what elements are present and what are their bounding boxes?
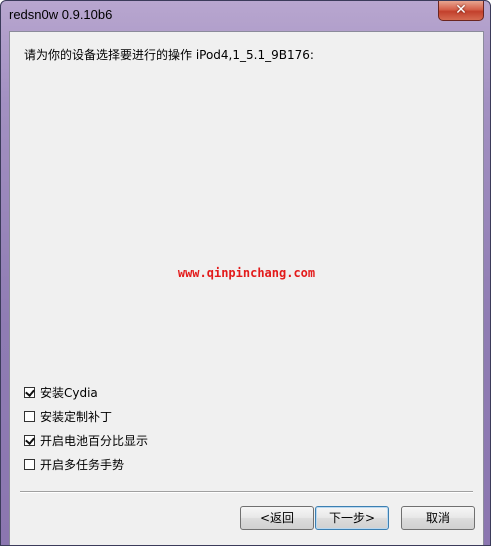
option-label: 安装定制补丁: [40, 409, 113, 424]
prompt-text: 请为你的设备选择要进行的操作 iPod4,1_5.1_9B176:: [24, 48, 314, 62]
option-label: 安装Cydia: [40, 385, 98, 400]
next-button[interactable]: 下一步>: [315, 506, 389, 530]
dialog-client-area: 请为你的设备选择要进行的操作 iPod4,1_5.1_9B176: www.qi…: [9, 31, 484, 545]
close-icon: ✕: [455, 2, 467, 18]
divider: [20, 491, 473, 493]
checkbox[interactable]: [24, 434, 35, 446]
option-install-cydia[interactable]: 安装Cydia: [24, 380, 148, 404]
checkbox[interactable]: [24, 458, 35, 470]
cancel-button[interactable]: 取消: [401, 506, 475, 530]
title-bar[interactable]: redsn0w 0.9.10b6 ✕: [1, 1, 490, 29]
option-label: 开启电池百分比显示: [40, 433, 149, 448]
option-battery-percentage[interactable]: 开启电池百分比显示: [24, 428, 148, 452]
option-install-custom-patches[interactable]: 安装定制补丁: [24, 404, 148, 428]
checkbox[interactable]: [24, 410, 35, 422]
option-multitasking-gestures[interactable]: 开启多任务手势: [24, 452, 148, 476]
app-window: redsn0w 0.9.10b6 ✕ 请为你的设备选择要进行的操作 iPod4,…: [0, 0, 491, 546]
watermark-text: www.qinpinchang.com: [177, 266, 316, 280]
back-button[interactable]: <返回: [240, 506, 314, 530]
options-list: 安装Cydia 安装定制补丁 开启电池百分比显示 开启多任务手势: [24, 380, 148, 476]
option-label: 开启多任务手势: [40, 457, 125, 472]
window-title: redsn0w 0.9.10b6: [9, 7, 113, 22]
checkbox[interactable]: [24, 386, 35, 398]
close-button[interactable]: ✕: [438, 1, 484, 21]
